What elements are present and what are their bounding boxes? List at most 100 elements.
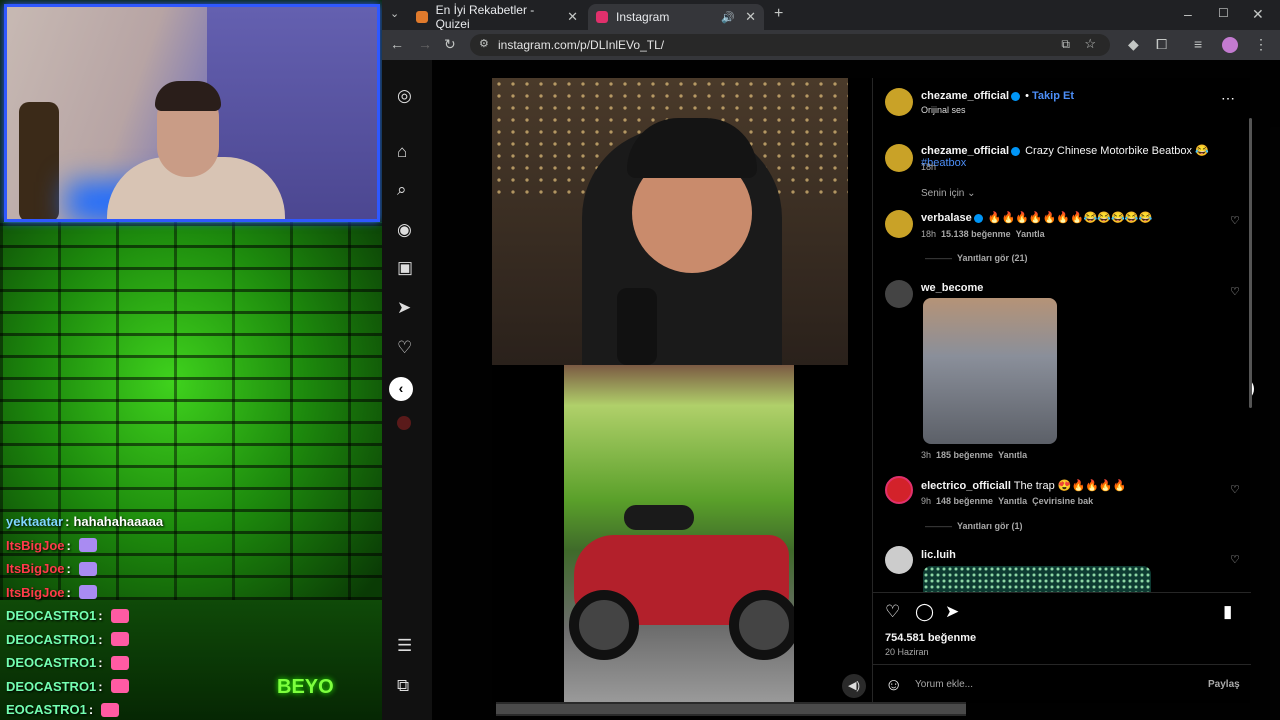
caption-username[interactable]: chezame_official [921, 145, 1009, 157]
comment-likes[interactable]: 148 beğenme [936, 496, 993, 506]
like-heart-icon[interactable]: ♡ [885, 602, 900, 622]
view-replies[interactable]: ——— Yanıtları gör (21) [925, 253, 1028, 263]
save-bookmark-icon[interactable]: ▮ [1223, 602, 1232, 622]
reaction-video [492, 78, 848, 365]
speaker-icon[interactable]: 🔊 [721, 11, 735, 24]
forward-icon[interactable]: → [418, 36, 432, 52]
chat-message: DEOCASTRO1 : [6, 628, 382, 652]
comment-filter-dropdown[interactable]: Senin için ⌄ [921, 188, 976, 199]
like-count[interactable]: 754.581 beğenme [885, 632, 976, 644]
profile-avatar[interactable] [1222, 37, 1238, 53]
extension-icon[interactable]: ◆ [1128, 36, 1139, 53]
toolbar: ← → ↻ ⚙ instagram.com/p/DLInlEVo_TL/ ⧉ ☆… [382, 30, 1280, 60]
post-media[interactable]: ◀) [492, 78, 870, 703]
comments-panel: chezame_official • Takip Et Orijinal ses… [872, 78, 1252, 703]
webcam-feed [4, 4, 380, 222]
chat-message: ItsBigJoe : [6, 557, 382, 581]
menu-icon[interactable]: ⋮ [1254, 36, 1268, 53]
comment-likes[interactable]: 15.138 beğenme [941, 229, 1011, 239]
screen: yektaatar : hahahahaaaaa ItsBigJoe : ItsBig… [0, 0, 1280, 720]
media-control-icon[interactable]: ≡ [1194, 36, 1202, 52]
chat-username: ItsBigJoe [6, 537, 65, 553]
comment-username[interactable]: we_become [921, 282, 983, 294]
close-window-icon[interactable]: ✕ [1252, 6, 1264, 23]
chat-username: ItsBigJoe [6, 561, 65, 577]
site-info-icon[interactable]: ⚙ [479, 37, 489, 50]
scrollbar[interactable] [1249, 118, 1252, 408]
comment-item: electrico_officiall The trap 😍🔥🔥🔥🔥 [921, 480, 1127, 492]
view-replies[interactable]: ——— Yanıtları gör (1) [925, 521, 1023, 531]
more-menu-icon[interactable]: ☰ [397, 636, 412, 656]
new-tab-icon[interactable]: + [774, 5, 783, 23]
post-comment-button[interactable]: Paylaş [1208, 679, 1240, 690]
reels-icon[interactable]: ▣ [397, 258, 413, 278]
close-tab-icon[interactable]: ✕ [567, 9, 578, 25]
tab-label: En İyi Rekabetler - Quizei [435, 3, 535, 31]
caption-avatar[interactable] [885, 144, 913, 172]
like-comment-heart-icon[interactable]: ♡ [1230, 214, 1240, 227]
comment-gif[interactable] [923, 298, 1057, 444]
maximize-icon[interactable]: ☐ [1218, 6, 1229, 20]
profile-icon[interactable] [397, 416, 411, 430]
reload-icon[interactable]: ↻ [444, 36, 456, 53]
tab-label: Instagram [616, 10, 670, 24]
more-options-icon[interactable]: ⋯ [1221, 90, 1235, 107]
quiz-favicon-icon [416, 11, 428, 23]
tab-quizei[interactable]: En İyi Rekabetler - Quizei ✕ [408, 3, 586, 31]
comment-icon[interactable]: ◯ [915, 602, 934, 622]
back-icon[interactable]: ← [390, 36, 404, 52]
comment-input[interactable]: Yorum ekle... [915, 679, 1165, 690]
follow-button[interactable]: Takip Et [1032, 90, 1074, 102]
author-username[interactable]: chezame_official [921, 90, 1009, 102]
tab-instagram[interactable]: Instagram 🔊 ✕ [588, 4, 764, 30]
chat-emote-icon [110, 608, 129, 623]
emoji-icon[interactable]: ☺ [885, 675, 902, 695]
like-comment-heart-icon[interactable]: ♡ [1230, 483, 1240, 496]
reply-link[interactable]: Yanıtla [998, 450, 1027, 460]
browser-window: ⌄ En İyi Rekabetler - Quizei ✕ Instagram… [382, 0, 1280, 720]
stream-panel: yektaatar : hahahahaaaaa ItsBigJoe : ItsBig… [0, 0, 382, 720]
comment-avatar[interactable] [885, 476, 913, 504]
comment-avatar[interactable] [885, 210, 913, 238]
share-icon[interactable]: ➤ [945, 602, 959, 622]
horizontal-scrollbar[interactable] [496, 702, 966, 716]
reply-link[interactable]: Yanıtla [1016, 229, 1045, 239]
address-bar[interactable]: ⚙ instagram.com/p/DLInlEVo_TL/ ⧉ ☆ [470, 34, 1110, 56]
explore-icon[interactable]: ◉ [397, 220, 412, 240]
instagram-logo-icon[interactable]: ◎ [397, 86, 412, 106]
chat-emote-icon [110, 679, 129, 694]
comment-likes[interactable]: 185 beğenme [936, 450, 993, 460]
comment-avatar[interactable] [885, 280, 913, 308]
post-modal-backdrop[interactable]: ✕ ‹ › ◀) chezame_official • Takip Et Ori… [389, 60, 1280, 720]
search-icon[interactable]: ⌕ [397, 180, 407, 200]
comment-username[interactable]: lic.luih [921, 549, 956, 561]
audio-label[interactable]: Orijinal ses [921, 105, 966, 115]
minimize-icon[interactable]: – [1184, 6, 1192, 22]
home-icon[interactable]: ⌂ [397, 142, 407, 162]
notifications-heart-icon[interactable]: ♡ [397, 338, 412, 358]
instagram-page: ◎ ⌂ ⌕ ◉ ▣ ➤ ♡ ☰ ⧉ ✕ ‹ › ◀) [382, 60, 1280, 720]
close-tab-icon[interactable]: ✕ [745, 9, 756, 25]
chat-username: DEOCASTRO1 [6, 608, 97, 624]
chat-emote-icon [78, 585, 97, 600]
cast-icon[interactable]: ⧉ [1061, 37, 1070, 52]
messages-icon[interactable]: ➤ [397, 298, 411, 318]
threads-icon[interactable]: ⧉ [397, 676, 409, 696]
like-comment-heart-icon[interactable]: ♡ [1230, 285, 1240, 298]
author-avatar[interactable] [885, 88, 913, 116]
prev-post-chevron-icon[interactable]: ‹ [389, 377, 413, 401]
puzzle-icon[interactable]: ⧠ [1156, 36, 1167, 53]
reply-link[interactable]: Yanıtla [998, 496, 1027, 506]
chat-emote-icon [110, 655, 129, 670]
bookmark-star-icon[interactable]: ☆ [1084, 36, 1096, 52]
comment-gif[interactable] [923, 566, 1151, 592]
chat-emote-icon [78, 538, 97, 553]
tab-search-icon[interactable]: ⌄ [390, 7, 399, 20]
caption-text: Crazy Chinese Motorbike Beatbox 😂 [1025, 145, 1209, 157]
like-comment-heart-icon[interactable]: ♡ [1230, 553, 1240, 566]
chat-username: EOCASTRO1 [6, 702, 87, 718]
comment-avatar[interactable] [885, 546, 913, 574]
comment-item: verbalase 🔥🔥🔥🔥🔥🔥🔥😂😂😂😂😂 [921, 212, 1153, 224]
sound-toggle-icon[interactable]: ◀) [842, 674, 866, 698]
translate-link[interactable]: Çevirisine bak [1032, 496, 1093, 506]
